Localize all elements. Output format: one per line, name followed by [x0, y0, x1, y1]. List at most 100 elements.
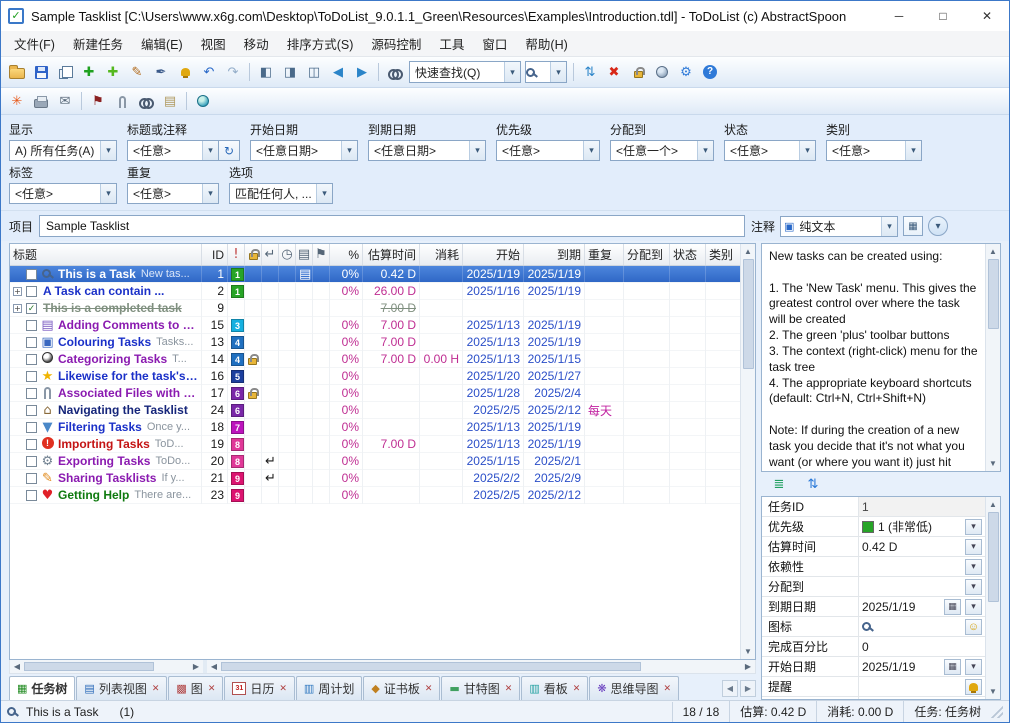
minimize-button[interactable]: ─	[877, 1, 921, 31]
task-checkbox[interactable]	[26, 286, 37, 297]
tab-task-tree[interactable]: ▦任务树	[9, 676, 75, 700]
maximize-comments-button[interactable]: ◨	[278, 61, 302, 84]
attribute-value[interactable]: 1 (非常低)▾	[859, 517, 985, 536]
filter-combo-start-date[interactable]: <任意日期>▾	[250, 140, 358, 161]
new-subtask-button[interactable]: ✚	[101, 61, 125, 84]
quick-find-scope-combo[interactable]: ▾	[525, 61, 567, 83]
close-tab-icon[interactable]: ✕	[664, 683, 672, 694]
next-task-button[interactable]: ▶	[350, 61, 374, 84]
scroll-up-icon[interactable]: ▲	[986, 244, 1001, 259]
calendar-picker-button[interactable]: ▦	[944, 599, 961, 615]
chevron-down-icon[interactable]: ▾	[697, 141, 713, 160]
task-checkbox[interactable]	[26, 405, 37, 416]
task-checkbox[interactable]	[26, 371, 37, 382]
comments-scrollbar[interactable]: ▲ ▼	[985, 244, 1000, 471]
task-checkbox[interactable]	[26, 456, 37, 467]
filter-combo-tags[interactable]: <任意>▾	[9, 183, 117, 204]
email-tasks-button[interactable]: ✉	[53, 90, 77, 113]
tabs-scroll-right-icon[interactable]: ▶	[740, 680, 756, 697]
maximize-tasklist-button[interactable]: ◧	[254, 61, 278, 84]
task-row[interactable]: This is a TaskNew tas...11▤0%0.42 D2025/…	[10, 266, 740, 283]
filter-combo-options[interactable]: 匹配任何人, ...▾	[229, 183, 333, 204]
tab-chart[interactable]: ▩图✕	[168, 676, 223, 700]
tab-list-view[interactable]: ▤列表视图✕	[76, 676, 167, 700]
column-header-title[interactable]: 标题	[10, 244, 202, 265]
close-tab-icon[interactable]: ✕	[573, 683, 581, 694]
reminder-bell-button[interactable]	[965, 679, 982, 695]
scrollbar-thumb[interactable]	[988, 512, 999, 602]
task-row[interactable]: ⌂Navigating the Tasklist2460%2025/2/5202…	[10, 402, 740, 419]
chevron-down-icon[interactable]: ▾	[316, 184, 332, 203]
flag-task-button[interactable]: ⚑	[86, 90, 110, 113]
task-checkbox[interactable]	[26, 388, 37, 399]
close-button[interactable]: ✕	[965, 1, 1009, 31]
menu-item-3[interactable]: 视图	[192, 29, 235, 58]
tabs-scroll-left-icon[interactable]: ◀	[722, 680, 738, 697]
task-checkbox[interactable]	[26, 473, 37, 484]
column-header-due[interactable]: 到期	[524, 244, 585, 265]
browser-button[interactable]	[191, 90, 215, 113]
filter-combo-status[interactable]: <任意>▾	[724, 140, 816, 161]
column-header-pri[interactable]: !	[228, 244, 245, 265]
task-checkbox[interactable]	[26, 439, 37, 450]
filter-combo-show[interactable]: A) 所有任务(A)▾	[9, 140, 117, 161]
filter-combo-recurrence[interactable]: <任意>▾	[127, 183, 219, 204]
scroll-up-icon[interactable]: ▲	[986, 497, 1001, 512]
chevron-down-icon[interactable]: ▾	[504, 62, 520, 82]
new-task-button[interactable]: ✚	[77, 61, 101, 84]
reminder-button[interactable]	[173, 61, 197, 84]
preferences-button[interactable]: ⚙	[674, 61, 698, 84]
icon-picker-button[interactable]: ☺	[965, 619, 982, 635]
print-button[interactable]	[29, 90, 53, 113]
task-row[interactable]: Associated Files with T...1760%2025/1/28…	[10, 385, 740, 402]
scrollbar-thumb[interactable]	[221, 662, 641, 671]
scroll-down-icon[interactable]: ▼	[986, 456, 1001, 471]
scroll-up-icon[interactable]: ▲	[741, 244, 756, 259]
lock-button[interactable]	[626, 61, 650, 84]
column-header-recur[interactable]: 重复	[585, 244, 624, 265]
title-column-scrollbar[interactable]: ◀ ▶	[10, 660, 203, 673]
task-checkbox[interactable]	[26, 337, 37, 348]
undo-button[interactable]: ↶	[197, 61, 221, 84]
tab-week-planner[interactable]: ▥周计划	[296, 676, 362, 700]
scroll-down-icon[interactable]: ▼	[986, 684, 1001, 699]
chevron-down-icon[interactable]: ▾	[799, 141, 815, 160]
tab-board[interactable]: ◆证书板✕	[363, 676, 440, 700]
close-tab-icon[interactable]: ✕	[425, 683, 433, 694]
help-button[interactable]	[698, 61, 722, 84]
attribute-value[interactable]: ▾	[859, 577, 985, 596]
menu-item-9[interactable]: 帮助(H)	[516, 29, 576, 58]
scroll-left-icon[interactable]: ◀	[207, 660, 221, 673]
chevron-down-icon[interactable]: ▾	[100, 184, 116, 203]
menu-item-8[interactable]: 窗口	[473, 29, 516, 58]
filter-combo-category[interactable]: <任意>▾	[826, 140, 922, 161]
save-tasklist-button[interactable]	[29, 61, 53, 84]
chevron-down-icon[interactable]: ▾	[341, 141, 357, 160]
menu-item-6[interactable]: 源码控制	[362, 29, 430, 58]
filter-combo-assigned-to[interactable]: <任意一个>▾	[610, 140, 714, 161]
delete-task-button[interactable]: ✖	[602, 61, 626, 84]
column-header-spent[interactable]: 消耗	[420, 244, 463, 265]
column-header-flag[interactable]: ⚑	[313, 244, 330, 265]
scroll-down-icon[interactable]: ▼	[741, 644, 756, 659]
menu-item-7[interactable]: 工具	[430, 29, 473, 58]
find-tasks-button[interactable]	[383, 61, 407, 84]
expand-toggle[interactable]: +	[13, 287, 22, 296]
task-row[interactable]: ▤Adding Comments to T...1530%7.00 D2025/…	[10, 317, 740, 334]
task-row[interactable]: ▼Filtering TasksOnce y...1870%2025/1/132…	[10, 419, 740, 436]
columns-scrollbar[interactable]: ◀ ▶	[207, 660, 755, 673]
maximize-button[interactable]: □	[921, 1, 965, 31]
dropdown-button[interactable]: ▾	[965, 559, 982, 575]
attribute-sort-button[interactable]: ⇅	[801, 473, 825, 496]
chevron-down-icon[interactable]: ▾	[881, 217, 897, 236]
task-checkbox[interactable]: ✓	[26, 303, 37, 314]
split-view-button[interactable]: ◫	[302, 61, 326, 84]
refresh-filter-button[interactable]: ↻	[219, 140, 240, 161]
menu-item-4[interactable]: 移动	[235, 29, 278, 58]
column-header-pct[interactable]: %	[330, 244, 363, 265]
redo-button[interactable]: ↷	[221, 61, 245, 84]
open-tasklist-button[interactable]	[5, 61, 29, 84]
comments-expand-button[interactable]: ▾	[928, 216, 948, 236]
dropdown-button[interactable]: ▾	[965, 699, 982, 700]
scrollbar-thumb[interactable]	[988, 259, 999, 329]
